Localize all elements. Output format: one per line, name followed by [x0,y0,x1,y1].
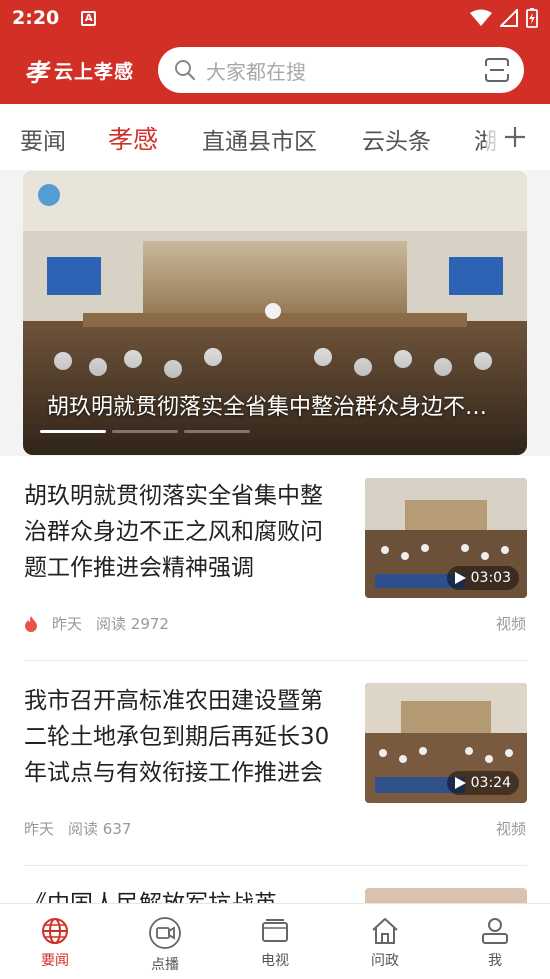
nav-label: 点播 [151,957,179,973]
nav-label: 电视 [261,953,289,969]
wifi-icon [470,9,492,26]
nav-label: 要闻 [41,953,69,969]
channel-tabs: 要闻 孝感 直通县市区 云头条 湖 [0,104,550,170]
plus-icon [505,127,525,147]
news-time: 昨天 [52,615,83,633]
logo-text: 云上孝感 [54,60,135,83]
status-icons [470,8,538,28]
banner-carousel[interactable]: 胡玖明就贯彻落实全省集中整治群众身边不正之风和腐败问题工作推进会精神强调 [23,171,527,455]
tab-xiaogan[interactable]: 孝感 [108,120,158,156]
add-channel-button[interactable] [486,104,550,170]
app-logo[interactable]: 孝 云上孝感 [24,53,134,88]
duration-text: 03:03 [470,570,511,586]
video-camera-icon [149,917,181,949]
news-thumbnail [365,888,527,903]
play-icon [454,572,466,584]
logo-icon: 孝 [24,57,48,87]
news-item[interactable]: 我市召开高标准农田建设暨第二轮土地承包到期后再延长30年试点与有效衔接工作推进会… [0,661,550,866]
tab-yaowen[interactable]: 要闻 [20,122,66,156]
status-time: 2:20 [12,7,60,29]
news-reads: 阅读 2972 [96,615,169,633]
tab-county[interactable]: 直通县市区 [202,122,317,156]
carousel-indicator [40,430,250,433]
status-bar: 2:20 A [0,0,550,36]
news-title: 胡玖明就贯彻落实全省集中整治群众身边不正之风和腐败问题工作推进会精神强调 [24,483,323,581]
news-title: 《中国人民解放军抗战英 [24,886,340,903]
video-duration: 03:24 [446,771,519,795]
nav-yaowen[interactable]: 要闻 [0,904,110,979]
duration-text: 03:24 [470,775,511,791]
user-icon [482,918,508,944]
search-placeholder: 大家都在搜 [206,59,307,84]
news-type-tag: 视频 [495,820,526,838]
carousel-dot[interactable] [40,430,106,433]
news-title: 我市召开高标准农田建设暨第二轮土地承包到期后再延长30年试点与有效衔接工作推进会 [24,688,330,786]
news-meta: 昨天 阅读 2972 [24,613,169,634]
nav-me[interactable]: 我 [440,904,550,979]
nav-wenzheng[interactable]: 问政 [330,904,440,979]
nav-label: 问政 [371,953,399,969]
news-item[interactable]: 《中国人民解放军抗战英 [0,866,550,903]
search-input[interactable]: 大家都在搜 [158,47,525,93]
battery-icon [526,8,538,28]
news-item[interactable]: 胡玖明就贯彻落实全省集中整治群众身边不正之风和腐败问题工作推进会精神强调 03:… [0,456,550,661]
news-thumbnail: 03:03 [365,478,527,598]
news-thumbnail: 03:24 [365,683,527,803]
fire-icon [25,615,37,632]
tv-icon [262,919,288,942]
search-icon [175,60,196,81]
carousel-dot[interactable] [184,430,250,433]
home-icon [372,918,398,944]
globe-icon [42,918,68,944]
news-type-tag: 视频 [495,615,526,633]
carousel-dot[interactable] [112,430,178,433]
news-reads: 阅读 637 [68,820,132,838]
nav-label: 我 [488,953,502,969]
app-notification-icon: A [81,10,97,26]
banner-title: 胡玖明就贯彻落实全省集中整治群众身边不正之风和腐败问题工作推进会精神强调 [47,395,507,420]
tab-yuntoutiao[interactable]: 云头条 [362,122,431,156]
nav-dianbo[interactable]: 点播 [110,904,220,979]
nav-dianshi[interactable]: 电视 [220,904,330,979]
bottom-navigation: 要闻 点播 电视 问政 我 [0,903,550,979]
news-meta: 昨天 阅读 637 [24,818,131,839]
app-header: 孝 云上孝感 大家都在搜 [0,36,550,104]
scan-icon[interactable] [484,57,510,83]
play-icon [454,777,466,789]
news-time: 昨天 [24,820,55,838]
video-duration: 03:03 [446,566,519,590]
signal-icon [500,9,518,27]
